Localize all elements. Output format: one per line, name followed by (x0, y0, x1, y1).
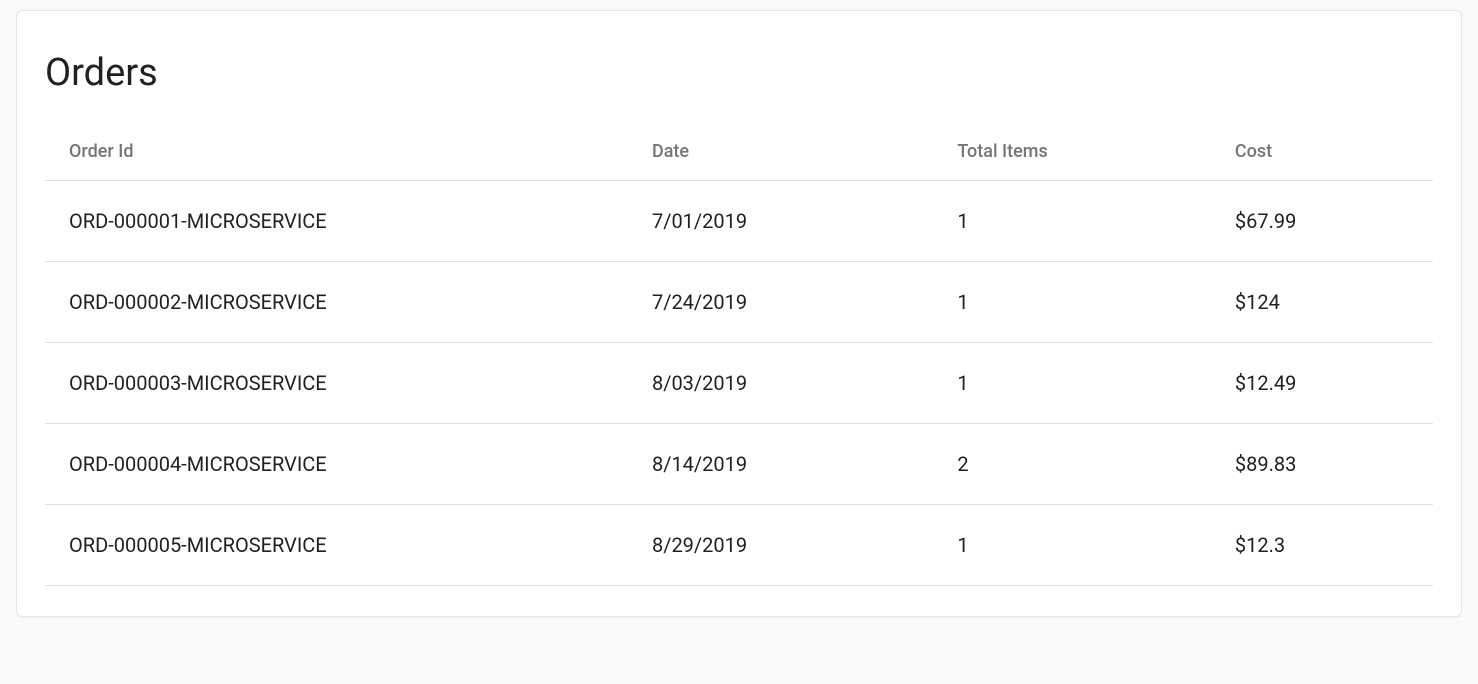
cell-order-id: ORD-000002-MICROSERVICE (45, 262, 628, 343)
col-header-date: Date (628, 123, 933, 181)
orders-table: Order Id Date Total Items Cost ORD-00000… (45, 123, 1433, 586)
cell-total-items: 1 (933, 343, 1211, 424)
table-row[interactable]: ORD-000001-MICROSERVICE 7/01/2019 1 $67.… (45, 181, 1433, 262)
cell-date: 7/01/2019 (628, 181, 933, 262)
col-header-cost: Cost (1211, 123, 1433, 181)
cell-cost: $12.3 (1211, 505, 1433, 586)
table-row[interactable]: ORD-000002-MICROSERVICE 7/24/2019 1 $124 (45, 262, 1433, 343)
cell-order-id: ORD-000001-MICROSERVICE (45, 181, 628, 262)
cell-date: 7/24/2019 (628, 262, 933, 343)
cell-total-items: 1 (933, 262, 1211, 343)
cell-cost: $67.99 (1211, 181, 1433, 262)
table-header-row: Order Id Date Total Items Cost (45, 123, 1433, 181)
table-row[interactable]: ORD-000005-MICROSERVICE 8/29/2019 1 $12.… (45, 505, 1433, 586)
cell-total-items: 1 (933, 181, 1211, 262)
col-header-order-id: Order Id (45, 123, 628, 181)
cell-date: 8/29/2019 (628, 505, 933, 586)
table-row[interactable]: ORD-000004-MICROSERVICE 8/14/2019 2 $89.… (45, 424, 1433, 505)
cell-order-id: ORD-000005-MICROSERVICE (45, 505, 628, 586)
cell-cost: $89.83 (1211, 424, 1433, 505)
cell-cost: $124 (1211, 262, 1433, 343)
cell-order-id: ORD-000004-MICROSERVICE (45, 424, 628, 505)
orders-card: Orders Order Id Date Total Items Cost OR… (16, 10, 1462, 617)
table-row[interactable]: ORD-000003-MICROSERVICE 8/03/2019 1 $12.… (45, 343, 1433, 424)
cell-cost: $12.49 (1211, 343, 1433, 424)
col-header-total-items: Total Items (933, 123, 1211, 181)
cell-order-id: ORD-000003-MICROSERVICE (45, 343, 628, 424)
cell-total-items: 1 (933, 505, 1211, 586)
page-title: Orders (45, 51, 1433, 95)
cell-date: 8/03/2019 (628, 343, 933, 424)
cell-total-items: 2 (933, 424, 1211, 505)
cell-date: 8/14/2019 (628, 424, 933, 505)
